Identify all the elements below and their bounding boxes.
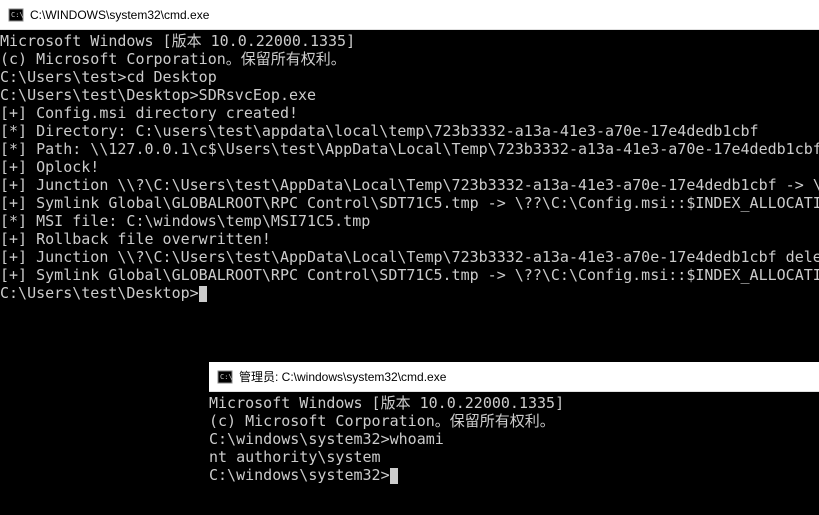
terminal-admin[interactable]: Microsoft Windows [版本 10.0.22000.1335](c…: [209, 392, 819, 515]
titlebar-admin-text: 管理员: C:\windows\system32\cmd.exe: [239, 368, 446, 385]
terminal-line: [*] Path: \\127.0.0.1\c$\Users\test\AppD…: [0, 140, 819, 158]
terminal-line: C:\Users\test\Desktop>SDRsvcEop.exe: [0, 86, 819, 104]
terminal-line: [+] Rollback file overwritten!: [0, 230, 819, 248]
cmd-icon: C:\: [8, 7, 24, 23]
terminal-line: (c) Microsoft Corporation。保留所有权利。: [0, 50, 819, 68]
terminal-line: C:\Users\test\Desktop>: [0, 284, 819, 302]
terminal-line: Microsoft Windows [版本 10.0.22000.1335]: [0, 32, 819, 50]
terminal-line: (c) Microsoft Corporation。保留所有权利。: [209, 412, 819, 430]
cursor: [199, 286, 207, 302]
titlebar-main-text: C:\WINDOWS\system32\cmd.exe: [30, 8, 209, 22]
svg-text:C:\: C:\: [11, 11, 24, 19]
terminal-line: [*] MSI file: C:\windows\temp\MSI71C5.tm…: [0, 212, 819, 230]
terminal-line: [+] Oplock!: [0, 158, 819, 176]
terminal-line: [+] Symlink Global\GLOBALROOT\RPC Contro…: [0, 266, 819, 284]
cmd-window-admin: C:\ 管理员: C:\windows\system32\cmd.exe Mic…: [209, 362, 819, 515]
terminal-line: Microsoft Windows [版本 10.0.22000.1335]: [209, 394, 819, 412]
terminal-line: [+] Symlink Global\GLOBALROOT\RPC Contro…: [0, 194, 819, 212]
svg-text:C:\: C:\: [220, 373, 233, 381]
terminal-line: C:\Users\test>cd Desktop: [0, 68, 819, 86]
terminal-line: C:\windows\system32>: [209, 466, 819, 484]
cmd-icon: C:\: [217, 369, 233, 385]
cursor: [390, 468, 398, 484]
terminal-line: [+] Junction \\?\C:\Users\test\AppData\L…: [0, 176, 819, 194]
terminal-line: nt authority\system: [209, 448, 819, 466]
terminal-line: [+] Junction \\?\C:\Users\test\AppData\L…: [0, 248, 819, 266]
titlebar-admin[interactable]: C:\ 管理员: C:\windows\system32\cmd.exe: [209, 362, 819, 392]
terminal-line: C:\windows\system32>whoami: [209, 430, 819, 448]
terminal-line: [+] Config.msi directory created!: [0, 104, 819, 122]
titlebar-main[interactable]: C:\ C:\WINDOWS\system32\cmd.exe: [0, 0, 819, 30]
terminal-line: [*] Directory: C:\users\test\appdata\loc…: [0, 122, 819, 140]
